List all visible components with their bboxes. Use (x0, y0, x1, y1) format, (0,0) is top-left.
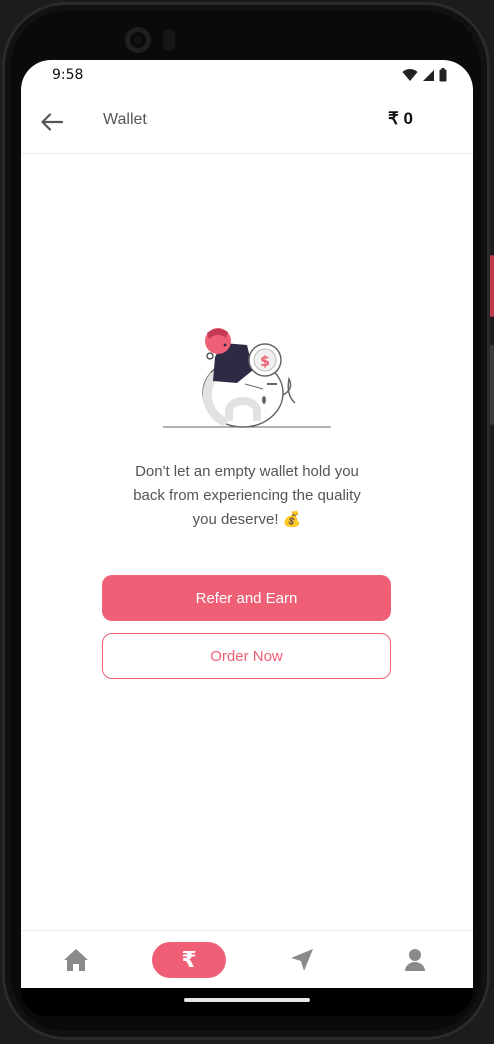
front-camera (125, 27, 151, 53)
profile-icon (405, 949, 425, 971)
rupee-icon: ₹ (181, 947, 197, 973)
status-icons (402, 68, 447, 82)
proximity-sensor (163, 29, 175, 51)
power-button (490, 255, 494, 317)
svg-text:$: $ (260, 354, 270, 370)
nav-item-wallet[interactable]: ₹ (144, 931, 234, 988)
volume-button (490, 345, 494, 425)
gesture-area (21, 988, 473, 1016)
app-screen: 9:58 Wallet ₹ 0 $ Don't let an empty wal… (21, 60, 473, 988)
page-title: Wallet (103, 111, 147, 128)
app-bar: Wallet ₹ 0 (21, 90, 473, 154)
message-line-3: you deserve! 💰 (192, 511, 302, 528)
message-line-1: Don't let an empty wallet hold you (135, 463, 359, 480)
status-bar: 9:58 (21, 60, 473, 90)
arrow-left-icon (41, 113, 63, 131)
navigation-icon (291, 949, 313, 971)
battery-icon (439, 68, 447, 82)
nav-item-home[interactable] (31, 931, 121, 988)
wallet-balance: ₹ 0 (388, 109, 413, 128)
home-indicator[interactable] (184, 998, 310, 1002)
empty-wallet-message: Don't let an empty wallet hold you back … (97, 460, 397, 532)
status-time: 9:58 (52, 67, 84, 83)
wifi-icon (402, 68, 418, 81)
refer-and-earn-button[interactable]: Refer and Earn (102, 575, 391, 621)
home-icon (64, 949, 88, 971)
nav-item-profile[interactable] (370, 931, 460, 988)
message-line-2: back from experiencing the quality (133, 487, 361, 504)
nav-item-navigation[interactable] (257, 931, 347, 988)
order-now-button[interactable]: Order Now (102, 633, 391, 679)
bottom-nav: ₹ (21, 930, 473, 988)
signal-icon (423, 69, 434, 81)
piggy-bank-illustration: $ (163, 328, 331, 428)
wallet-tab-active: ₹ (152, 942, 226, 978)
back-button[interactable] (37, 108, 67, 136)
